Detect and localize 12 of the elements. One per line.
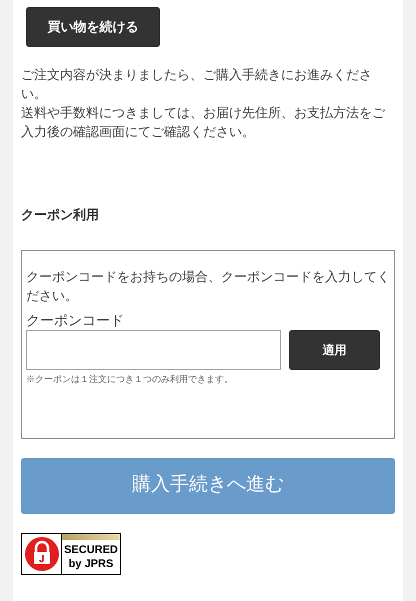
notice-text: 送料や手数料につきましては、お届け先住所、お支払方法をご入力後の確認画面にてご確認ください。 — [21, 104, 386, 141]
notice-text: ご注文内容が決まりましたら、ご購入手続きにお進みください。 — [21, 66, 373, 103]
field-label: クーポンコード — [26, 310, 125, 330]
coupon-code-field[interactable] — [26, 330, 281, 370]
apply-button[interactable]: 適用 — [289, 330, 380, 370]
padlock-icon — [24, 536, 58, 570]
coupon-description: クーポンコードをお持ちの場合、クーポンコードを入力してください。 — [26, 268, 390, 304]
continue-shopping-button[interactable]: 買い物を続ける — [26, 7, 160, 47]
coupon-note: ※クーポンは１注文につき１つのみ利用できます。 — [26, 372, 234, 386]
section-heading: クーポン利用 — [21, 206, 100, 224]
seal-text: by JPRS — [68, 556, 114, 570]
seal-text: SECURED — [64, 542, 118, 556]
